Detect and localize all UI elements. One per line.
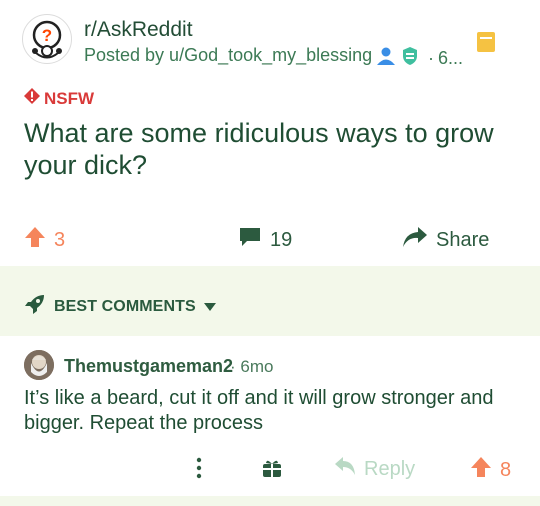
comment-body: It’s like a beard, cut it off and it wil… (24, 387, 494, 434)
nsfw-label: NSFW (44, 88, 95, 108)
comment-item: Themustgameman2 · 6mo It’s like a beard,… (0, 336, 540, 496)
subreddit-name[interactable]: r/AskReddit (84, 18, 193, 42)
save-icon[interactable] (476, 31, 496, 58)
author-flair: · 6... (376, 46, 463, 71)
reply-button[interactable]: Reply (334, 456, 415, 482)
share-label: Share (436, 228, 490, 251)
post-share-button[interactable]: Share (402, 226, 489, 254)
nsfw-icon (24, 88, 40, 109)
svg-text:?: ? (42, 26, 52, 45)
post-comment-count: 19 (270, 228, 293, 251)
comment-sort-label: BEST COMMENTS (54, 297, 196, 315)
comment-upvote-button[interactable]: 8 (470, 456, 511, 484)
nsfw-badge: NSFW (24, 88, 94, 109)
reply-label: Reply (364, 457, 416, 480)
reply-icon (334, 456, 356, 482)
comment-upvote-count: 8 (500, 458, 512, 481)
comments-sort-band: BEST COMMENTS (0, 266, 540, 336)
more-icon[interactable] (194, 456, 204, 485)
subreddit-avatar-icon[interactable]: ? (22, 14, 72, 64)
mod-shield-icon (400, 46, 420, 71)
post-comments-button[interactable]: 19 (238, 226, 292, 254)
comment-sort-dropdown[interactable]: BEST COMMENTS (24, 293, 216, 320)
upvote-icon[interactable] (470, 456, 492, 484)
rocket-icon (24, 293, 46, 320)
chevron-down-icon (203, 298, 216, 316)
meta-separator: · (428, 48, 434, 68)
comment-icon (238, 226, 262, 254)
post-header: ? r/AskReddit Posted by u/God_took_my_bl… (0, 0, 540, 80)
bottom-band (0, 496, 540, 506)
user-icon (376, 46, 396, 71)
post-upvote-button[interactable]: 3 (24, 226, 65, 254)
post-upvote-count: 3 (54, 228, 66, 251)
award-icon[interactable] (262, 458, 282, 483)
comment-author[interactable]: Themustgameman2 (64, 356, 233, 377)
post-action-bar: 3 19 Share (0, 220, 540, 256)
post-author[interactable]: Posted by u/God_took_my_blessing (84, 45, 372, 66)
post-age: 6... (438, 48, 464, 68)
comment-action-bar: Reply 8 (0, 454, 540, 484)
share-icon (402, 226, 428, 254)
comment-age: · 6mo (230, 357, 274, 376)
upvote-icon[interactable] (24, 226, 46, 254)
post-title: What are some ridiculous ways to grow yo… (24, 118, 494, 180)
avatar[interactable] (24, 350, 54, 380)
